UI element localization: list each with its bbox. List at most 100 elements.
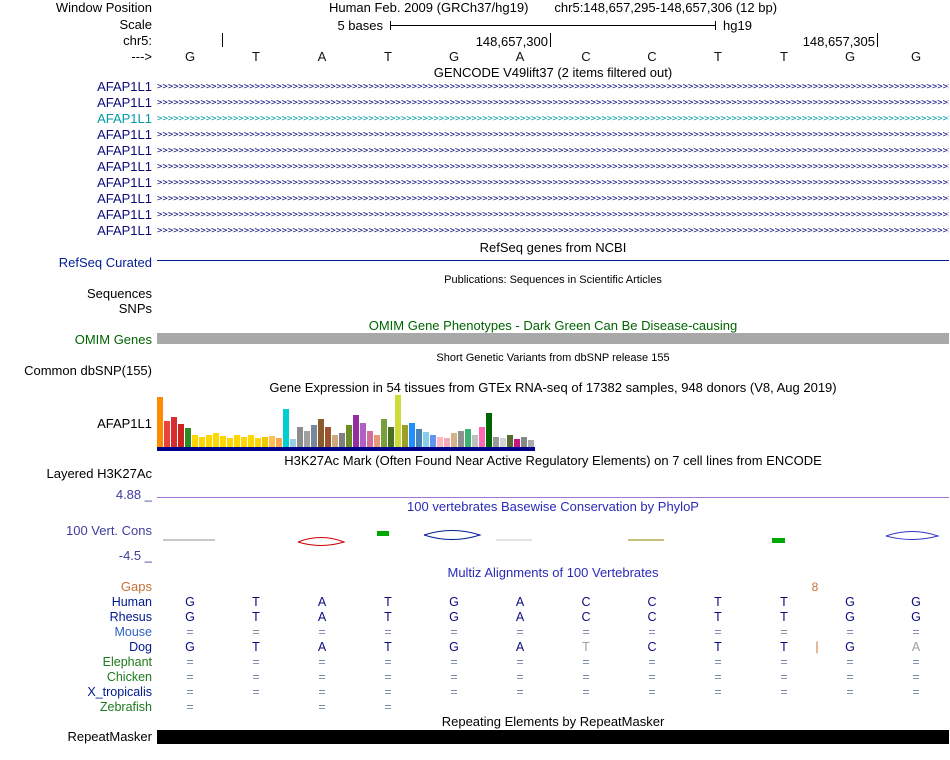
gencode-transcript-label[interactable]: AFAP1L1 (0, 96, 152, 110)
multiz-species-label[interactable]: Mouse (0, 625, 152, 639)
dbsnp-track-title[interactable]: Short Genetic Variants from dbSNP releas… (157, 351, 949, 365)
gtex-tissue-bar (171, 417, 177, 447)
conservation-min-label: -4.5 _ (118, 548, 152, 563)
gencode-transcript-label[interactable]: AFAP1L1 (0, 192, 152, 206)
gencode-transcript-arrows[interactable]: >>>>>>>>>>>>>>>>>>>>>>>>>>>>>>>>>>>>>>>>… (157, 210, 949, 221)
h3k27ac-label[interactable]: Layered H3K27Ac (0, 467, 152, 481)
multiz-base-cell: = (450, 655, 458, 669)
multiz-base-cell: G (185, 610, 195, 624)
gencode-transcript-label[interactable]: AFAP1L1 (0, 144, 152, 158)
repeatmasker-bar[interactable] (157, 730, 949, 744)
publications-track-title[interactable]: Publications: Sequences in Scientific Ar… (157, 273, 949, 287)
multiz-base-cell: = (846, 670, 854, 684)
gencode-transcript-label[interactable]: AFAP1L1 (0, 208, 152, 222)
gtex-tissue-bar (388, 427, 394, 447)
gtex-tissue-bar (227, 438, 233, 447)
multiz-base-cell: G (911, 610, 921, 624)
repeatmasker-label[interactable]: RepeatMasker (0, 730, 152, 744)
gencode-transcript-arrows[interactable]: >>>>>>>>>>>>>>>>>>>>>>>>>>>>>>>>>>>>>>>>… (157, 162, 949, 173)
multiz-base-cell: T (780, 640, 788, 654)
gencode-transcript-label[interactable]: AFAP1L1 (0, 80, 152, 94)
gencode-transcript-arrows[interactable]: >>>>>>>>>>>>>>>>>>>>>>>>>>>>>>>>>>>>>>>>… (157, 98, 949, 109)
multiz-species-label[interactable]: Rhesus (0, 610, 152, 624)
gtex-tissue-bar (213, 433, 219, 447)
multiz-insert-marker: | (815, 640, 819, 654)
scale-bar-left-tick (390, 21, 391, 30)
multiz-base-cell: = (846, 625, 854, 639)
publications-snps-label[interactable]: SNPs (0, 302, 152, 316)
h3k27ac-track-title[interactable]: H3K27Ac Mark (Often Found Near Active Re… (157, 454, 949, 468)
multiz-base-cell: = (648, 655, 656, 669)
gtex-bars[interactable] (157, 391, 537, 447)
gtex-gene-label[interactable]: AFAP1L1 (0, 417, 152, 431)
refseq-gene-line[interactable] (157, 260, 949, 261)
ruler-tick (550, 33, 551, 47)
gencode-transcript-label[interactable]: AFAP1L1 (0, 176, 152, 190)
multiz-base-cell: = (252, 685, 260, 699)
gencode-transcript-arrows[interactable]: >>>>>>>>>>>>>>>>>>>>>>>>>>>>>>>>>>>>>>>>… (157, 130, 949, 141)
position-title: Human Feb. 2009 (GRCh37/hg19) chr5:148,65… (157, 1, 949, 15)
gencode-transcript-arrows[interactable]: >>>>>>>>>>>>>>>>>>>>>>>>>>>>>>>>>>>>>>>>… (157, 114, 949, 125)
gencode-transcript-arrows[interactable]: >>>>>>>>>>>>>>>>>>>>>>>>>>>>>>>>>>>>>>>>… (157, 194, 949, 205)
refseq-curated-label[interactable]: RefSeq Curated (0, 256, 152, 270)
multiz-species-label[interactable]: Chicken (0, 670, 152, 684)
multiz-species-label[interactable]: Elephant (0, 655, 152, 669)
publications-sequences-label[interactable]: Sequences (0, 287, 152, 301)
gencode-track-title[interactable]: GENCODE V49lift37 (2 items filtered out) (157, 66, 949, 80)
gencode-transcript-label[interactable]: AFAP1L1 (0, 160, 152, 174)
gtex-tissue-bar (528, 440, 534, 447)
multiz-base-cell: = (648, 670, 656, 684)
multiz-base-cell: = (186, 700, 194, 714)
multiz-base-cell: = (516, 685, 524, 699)
omim-track-title[interactable]: OMIM Gene Phenotypes - Dark Green Can Be… (157, 319, 949, 333)
multiz-gaps-label: Gaps (120, 579, 152, 594)
gencode-transcript-arrows[interactable]: >>>>>>>>>>>>>>>>>>>>>>>>>>>>>>>>>>>>>>>>… (157, 146, 949, 157)
gtex-tissue-bar (353, 415, 359, 447)
gtex-tissue-bar (465, 429, 471, 447)
multiz-base-cell: = (450, 685, 458, 699)
base-letter: T (714, 49, 722, 64)
multiz-base-cell: = (384, 625, 392, 639)
gencode-transcript-arrows[interactable]: >>>>>>>>>>>>>>>>>>>>>>>>>>>>>>>>>>>>>>>>… (157, 178, 949, 189)
scale-label: Scale (119, 17, 152, 32)
multiz-species-label[interactable]: X_tropicalis (0, 685, 152, 699)
dbsnp-label[interactable]: Common dbSNP(155) (0, 364, 152, 378)
gtex-tissue-bar (262, 437, 268, 447)
multiz-species-label[interactable]: Human (0, 595, 152, 609)
gtex-tissue-bar (164, 421, 170, 447)
gencode-transcript-arrows[interactable]: >>>>>>>>>>>>>>>>>>>>>>>>>>>>>>>>>>>>>>>>… (157, 226, 949, 237)
multiz-base-cell: = (846, 655, 854, 669)
refseq-track-title[interactable]: RefSeq genes from NCBI (157, 241, 949, 255)
multiz-base-cell: = (186, 655, 194, 669)
base-letter: A (515, 49, 525, 64)
multiz-base-cell: = (318, 700, 326, 714)
gencode-transcript-label[interactable]: AFAP1L1 (0, 128, 152, 142)
multiz-base-cell: G (845, 640, 855, 654)
omim-genes-label[interactable]: OMIM Genes (0, 333, 152, 347)
multiz-species-label[interactable]: Zebrafish (0, 700, 152, 714)
gencode-transcript-label[interactable]: AFAP1L1 (0, 112, 152, 126)
gtex-tissue-bar (381, 419, 387, 447)
conservation-track-title[interactable]: 100 vertebrates Basewise Conservation by… (157, 500, 949, 514)
gtex-tissue-bar (416, 429, 422, 447)
chrom-label: chr5: (123, 33, 152, 48)
multiz-species-label[interactable]: Dog (0, 640, 152, 654)
base-letter: C (581, 49, 591, 64)
gtex-tissue-bar (311, 425, 317, 447)
conservation-label[interactable]: 100 Vert. Cons (0, 524, 152, 538)
repeatmasker-track-title[interactable]: Repeating Elements by RepeatMasker (157, 715, 949, 729)
gtex-tissue-bar (486, 413, 492, 447)
multiz-base-cell: = (318, 685, 326, 699)
gencode-transcript-arrows[interactable]: >>>>>>>>>>>>>>>>>>>>>>>>>>>>>>>>>>>>>>>>… (157, 82, 949, 93)
multiz-base-cell: G (845, 595, 855, 609)
multiz-base-cell: = (450, 670, 458, 684)
gencode-transcript-label[interactable]: AFAP1L1 (0, 224, 152, 238)
multiz-track-title[interactable]: Multiz Alignments of 100 Vertebrates (157, 566, 949, 580)
h3k27ac-signal-line (157, 497, 949, 498)
multiz-base-cell: = (648, 685, 656, 699)
gtex-tissue-bar (185, 428, 191, 447)
gtex-tissue-bar (241, 437, 247, 447)
multiz-base-cell: = (714, 625, 722, 639)
gtex-gene-model[interactable] (157, 447, 535, 451)
omim-gene-bar[interactable] (157, 333, 949, 344)
